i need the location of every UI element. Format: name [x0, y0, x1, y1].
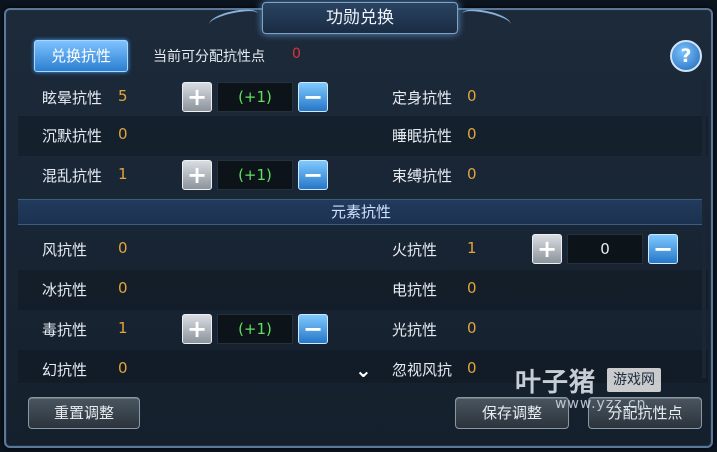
poison-resistance-value: 1 — [118, 319, 128, 337]
sleep-resistance-value: 0 — [467, 125, 477, 143]
top-bar: 兑换抗性 当前可分配抗性点 0 ? — [18, 36, 708, 76]
minus-icon[interactable]: − — [298, 82, 328, 112]
plus-icon[interactable]: + — [182, 314, 212, 344]
scrollbar[interactable] — [702, 78, 706, 378]
fire-resistance-label: 火抗性 — [392, 241, 438, 259]
confusion-resistance-stepper: + (+1) − — [182, 160, 328, 190]
silence-resistance-label: 沉默抗性 — [42, 127, 103, 145]
resistance-row: 眩晕抗性 5 + (+1) − 定身抗性 0 — [18, 78, 708, 118]
bind-resistance-value: 0 — [467, 165, 477, 183]
poison-resistance-label: 毒抗性 — [42, 321, 88, 339]
stepper-value: 0 — [567, 234, 643, 264]
poison-resistance-stepper: + (+1) − — [182, 314, 328, 344]
minus-icon[interactable]: − — [648, 234, 678, 264]
switch-resistance-button[interactable]: 兑换抗性 — [34, 40, 128, 72]
bind-resistance-label: 束缚抗性 — [392, 167, 453, 185]
watermark: 叶子猪 游戏网 www.yzz.cn — [515, 362, 705, 418]
resistance-list: 眩晕抗性 5 + (+1) − 定身抗性 0 沉默抗性 0 睡眠抗性 0 混乱抗… — [18, 78, 708, 383]
minus-icon[interactable]: − — [298, 314, 328, 344]
wind-resistance-label: 风抗性 — [42, 241, 88, 259]
light-resistance-label: 光抗性 — [392, 321, 438, 339]
plus-icon[interactable]: + — [532, 234, 562, 264]
lightning-resistance-label: 电抗性 — [392, 281, 438, 299]
allocatable-points-label: 当前可分配抗性点 — [153, 49, 265, 65]
resistance-row: 沉默抗性 0 睡眠抗性 0 — [18, 116, 708, 156]
stepper-value: (+1) — [217, 160, 293, 190]
silence-resistance-value: 0 — [118, 125, 128, 143]
watermark-url: www.yzz.cn — [555, 396, 647, 412]
confusion-resistance-label: 混乱抗性 — [42, 167, 103, 185]
confusion-resistance-value: 1 — [118, 165, 128, 183]
lightning-resistance-value: 0 — [467, 279, 477, 297]
minus-icon[interactable]: − — [298, 160, 328, 190]
stun-resistance-stepper: + (+1) − — [182, 82, 328, 112]
light-resistance-value: 0 — [467, 319, 477, 337]
ice-resistance-value: 0 — [118, 279, 128, 297]
element-resistance-row: 冰抗性 0 电抗性 0 — [18, 270, 708, 310]
root-resistance-value: 0 — [467, 87, 477, 105]
ignore-wind-resistance-label: 忽视风抗 — [392, 361, 453, 379]
fire-resistance-value: 1 — [467, 239, 477, 257]
illusion-resistance-value: 0 — [118, 359, 128, 377]
wind-resistance-value: 0 — [118, 239, 128, 257]
stun-resistance-label: 眩晕抗性 — [42, 89, 103, 107]
chevron-down-icon[interactable]: ⌄ — [355, 358, 372, 382]
stepper-value: (+1) — [217, 314, 293, 344]
help-icon[interactable]: ? — [670, 40, 702, 72]
watermark-logo: 叶子猪 — [515, 368, 597, 398]
allocatable-points-value: 0 — [292, 46, 301, 62]
root-resistance-label: 定身抗性 — [392, 89, 453, 107]
ice-resistance-label: 冰抗性 — [42, 281, 88, 299]
element-resistance-row: 风抗性 0 火抗性 1 + 0 − — [18, 230, 708, 270]
watermark-badge: 游戏网 — [607, 368, 661, 392]
stepper-value: (+1) — [217, 82, 293, 112]
fire-resistance-stepper: + 0 − — [532, 234, 678, 264]
reset-button[interactable]: 重置调整 — [28, 397, 140, 429]
plus-icon[interactable]: + — [182, 82, 212, 112]
plus-icon[interactable]: + — [182, 160, 212, 190]
illusion-resistance-label: 幻抗性 — [42, 361, 88, 379]
stun-resistance-value: 5 — [118, 87, 128, 105]
resistance-row: 混乱抗性 1 + (+1) − 束缚抗性 0 — [18, 156, 708, 196]
element-resistance-header: 元素抗性 — [18, 199, 706, 225]
element-resistance-row: 毒抗性 1 + (+1) − 光抗性 0 — [18, 310, 708, 350]
ignore-wind-resistance-value: 0 — [467, 359, 477, 377]
sleep-resistance-label: 睡眠抗性 — [392, 127, 453, 145]
window-title: 功勋兑换 — [326, 8, 394, 28]
